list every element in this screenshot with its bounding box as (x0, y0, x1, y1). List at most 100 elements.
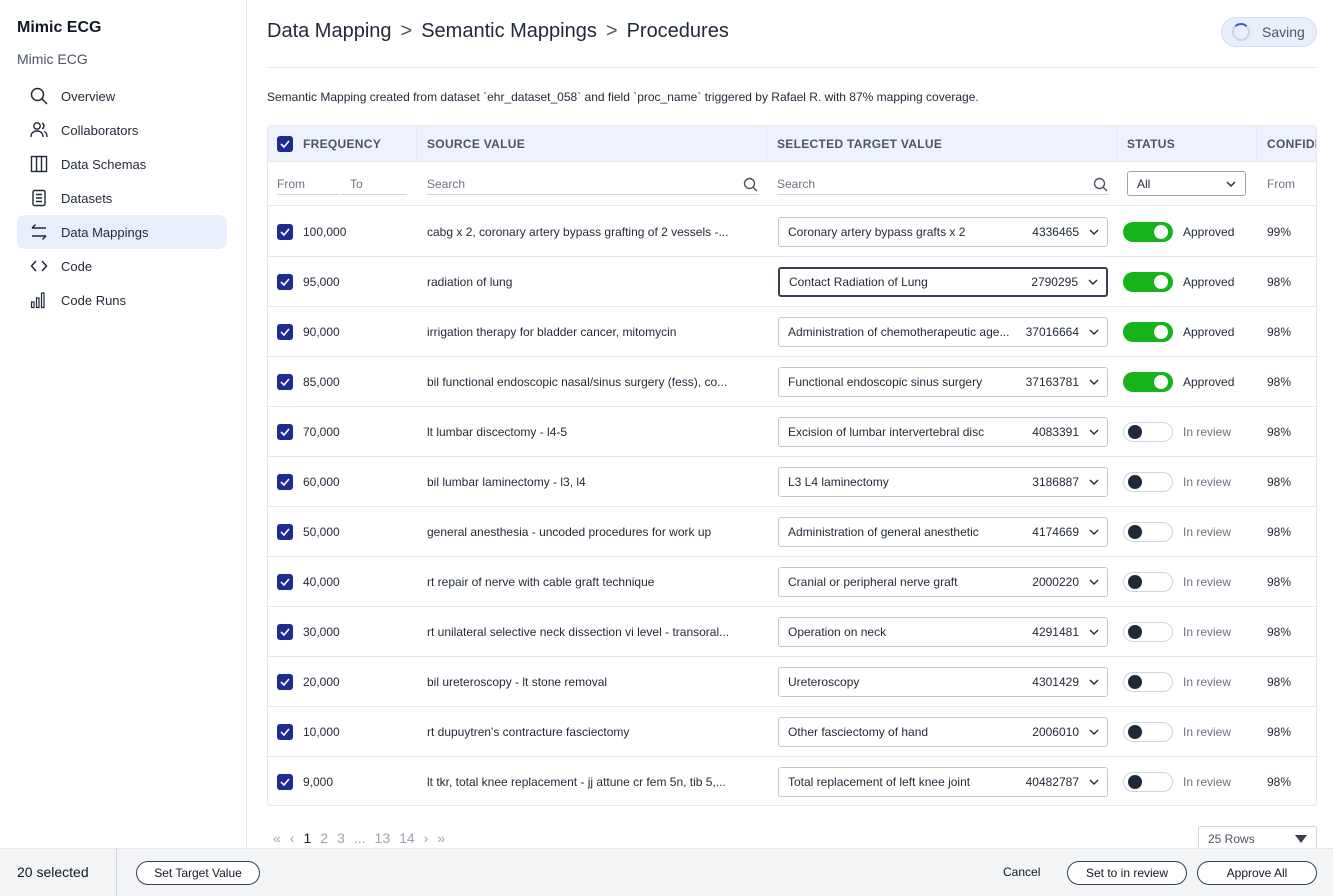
approval-toggle[interactable] (1123, 572, 1173, 592)
row-checkbox[interactable] (277, 574, 293, 590)
column-source-label: SOURCE VALUE (427, 137, 526, 151)
table-row[interactable]: 90,000 irrigation therapy for bladder can… (268, 307, 1316, 357)
sidebar-item-data-mappings[interactable]: Data Mappings (17, 215, 227, 249)
table-row[interactable]: 95,000 radiation of lung Contact Radiation… (268, 257, 1316, 307)
sidebar-item-datasets[interactable]: Datasets (17, 181, 227, 215)
table-row[interactable]: 10,000 rt dupuytren's contracture fasciec… (268, 707, 1316, 757)
target-value-select[interactable]: Administration of general anesthetic 4174… (778, 517, 1108, 547)
frequency-from-input[interactable]: From (277, 162, 305, 206)
target-value-select[interactable]: Contact Radiation of Lung 2790295 (778, 267, 1108, 297)
row-checkbox[interactable] (277, 324, 293, 340)
approval-toggle[interactable] (1123, 322, 1173, 342)
column-target-value[interactable]: SELECTED TARGET VALUE (767, 126, 1117, 162)
target-value-select[interactable]: Cranial or peripheral nerve graft 2000220 (778, 567, 1108, 597)
sidebar-item-code[interactable]: Code (17, 249, 227, 283)
target-value-select[interactable]: Operation on neck 4291481 (778, 617, 1108, 647)
table-row[interactable]: 50,000 general anesthesia - uncoded proce… (268, 507, 1316, 557)
target-value-select[interactable]: L3 L4 laminectomy 3186887 (778, 467, 1108, 497)
frequency-to-input[interactable]: To (350, 162, 363, 206)
column-confidence[interactable]: CONFIDE (1257, 126, 1316, 162)
row-checkbox[interactable] (277, 474, 293, 490)
column-frequency[interactable]: FREQUENCY (268, 126, 417, 162)
target-value-select[interactable]: Administration of chemotherapeutic age..… (778, 317, 1108, 347)
breadcrumb-data-mapping[interactable]: Data Mapping (267, 20, 392, 43)
search-icon[interactable] (1093, 162, 1108, 206)
select-all-checkbox[interactable] (277, 136, 293, 152)
column-confidence-label: CONFIDE (1267, 137, 1316, 151)
page-3-button[interactable]: 3 (337, 830, 345, 846)
sidebar-nav: Overview Collaborators Data Schemas Dataset… (17, 79, 227, 317)
status-filter-select[interactable]: All (1127, 171, 1246, 196)
table-row[interactable]: 40,000 rt repair of nerve with cable graf… (268, 557, 1316, 607)
row-checkbox[interactable] (277, 774, 293, 790)
frequency-value: 90,000 (303, 325, 340, 339)
sidebar-item-label: Code Runs (61, 292, 127, 308)
table-row[interactable]: 20,000 bil ureteroscopy - lt stone remova… (268, 657, 1316, 707)
target-concept-name: L3 L4 laminectomy (788, 475, 889, 489)
confidence-from-input[interactable]: From (1267, 162, 1295, 206)
approval-toggle[interactable] (1123, 672, 1173, 692)
sidebar-item-code-runs[interactable]: Code Runs (17, 283, 227, 317)
approval-toggle[interactable] (1123, 372, 1173, 392)
approval-toggle[interactable] (1123, 522, 1173, 542)
page-1-button[interactable]: 1 (303, 830, 311, 846)
target-value-select[interactable]: Coronary artery bypass grafts x 2 4336465 (778, 217, 1108, 247)
table-row[interactable]: 70,000 lt lumbar discectomy - l4-5 Excisio… (268, 407, 1316, 457)
approval-toggle[interactable] (1123, 772, 1173, 792)
target-value-select[interactable]: Other fasciectomy of hand 2006010 (778, 717, 1108, 747)
row-checkbox[interactable] (277, 424, 293, 440)
approval-toggle[interactable] (1123, 422, 1173, 442)
sidebar-item-collaborators[interactable]: Collaborators (17, 113, 227, 147)
saving-status: Saving (1221, 17, 1317, 47)
set-target-value-button[interactable]: Set Target Value (136, 861, 260, 885)
source-value: lt tkr, total knee replacement - jj attu… (427, 775, 726, 789)
approval-toggle[interactable] (1123, 722, 1173, 742)
page-13-button[interactable]: 13 (375, 830, 391, 846)
sidebar-item-overview[interactable]: Overview (17, 79, 227, 113)
row-checkbox[interactable] (277, 224, 293, 240)
row-checkbox[interactable] (277, 724, 293, 740)
approval-toggle[interactable] (1123, 222, 1173, 242)
page-14-button[interactable]: 14 (399, 830, 415, 846)
breadcrumb-semantic-mappings[interactable]: Semantic Mappings (421, 20, 597, 43)
target-concept-id: 4174669 (1032, 525, 1079, 539)
search-icon[interactable] (743, 162, 758, 206)
approval-toggle[interactable] (1123, 472, 1173, 492)
caret-down-icon (1295, 834, 1307, 843)
last-page-button[interactable]: » (437, 830, 445, 846)
org-subtitle: Mimic ECG (17, 51, 88, 67)
row-checkbox[interactable] (277, 274, 293, 290)
row-checkbox[interactable] (277, 674, 293, 690)
target-value-select[interactable]: Ureteroscopy 4301429 (778, 667, 1108, 697)
row-checkbox[interactable] (277, 374, 293, 390)
target-value-select[interactable]: Total replacement of left knee joint 4048… (778, 767, 1108, 797)
rows-per-page-select[interactable]: 25 Rows (1198, 826, 1317, 850)
table-row[interactable]: 30,000 rt unilateral selective neck disse… (268, 607, 1316, 657)
column-source-value[interactable]: SOURCE VALUE (417, 126, 767, 162)
target-concept-id: 3186887 (1032, 475, 1079, 489)
target-value-select[interactable]: Functional endoscopic sinus surgery 37163… (778, 367, 1108, 397)
approval-toggle[interactable] (1123, 272, 1173, 292)
frequency-value: 60,000 (303, 475, 340, 489)
approve-all-button[interactable]: Approve All (1197, 861, 1317, 885)
table-row[interactable]: 100,000 cabg x 2, coronary artery bypass … (268, 207, 1316, 257)
next-page-button[interactable]: › (424, 830, 429, 846)
set-in-review-button[interactable]: Set to in review (1067, 861, 1187, 885)
page-2-button[interactable]: 2 (320, 830, 328, 846)
search-icon (29, 86, 49, 106)
table-row[interactable]: 9,000 lt tkr, total knee replacement - jj… (268, 757, 1316, 805)
target-search-input[interactable]: Search (777, 162, 815, 206)
table-row[interactable]: 85,000 bil functional endoscopic nasal/si… (268, 357, 1316, 407)
approval-toggle[interactable] (1123, 622, 1173, 642)
row-checkbox[interactable] (277, 524, 293, 540)
prev-page-button[interactable]: ‹ (290, 830, 295, 846)
source-search-input[interactable]: Search (427, 162, 465, 206)
row-checkbox[interactable] (277, 624, 293, 640)
frequency-value: 50,000 (303, 525, 340, 539)
cancel-button[interactable]: Cancel (1003, 865, 1040, 879)
column-status[interactable]: STATUS (1117, 126, 1257, 162)
sidebar-item-data-schemas[interactable]: Data Schemas (17, 147, 227, 181)
target-value-select[interactable]: Excision of lumbar intervertebral disc 40… (778, 417, 1108, 447)
first-page-button[interactable]: « (273, 830, 281, 846)
table-row[interactable]: 60,000 bil lumbar laminectomy - l3, l4 L3 … (268, 457, 1316, 507)
